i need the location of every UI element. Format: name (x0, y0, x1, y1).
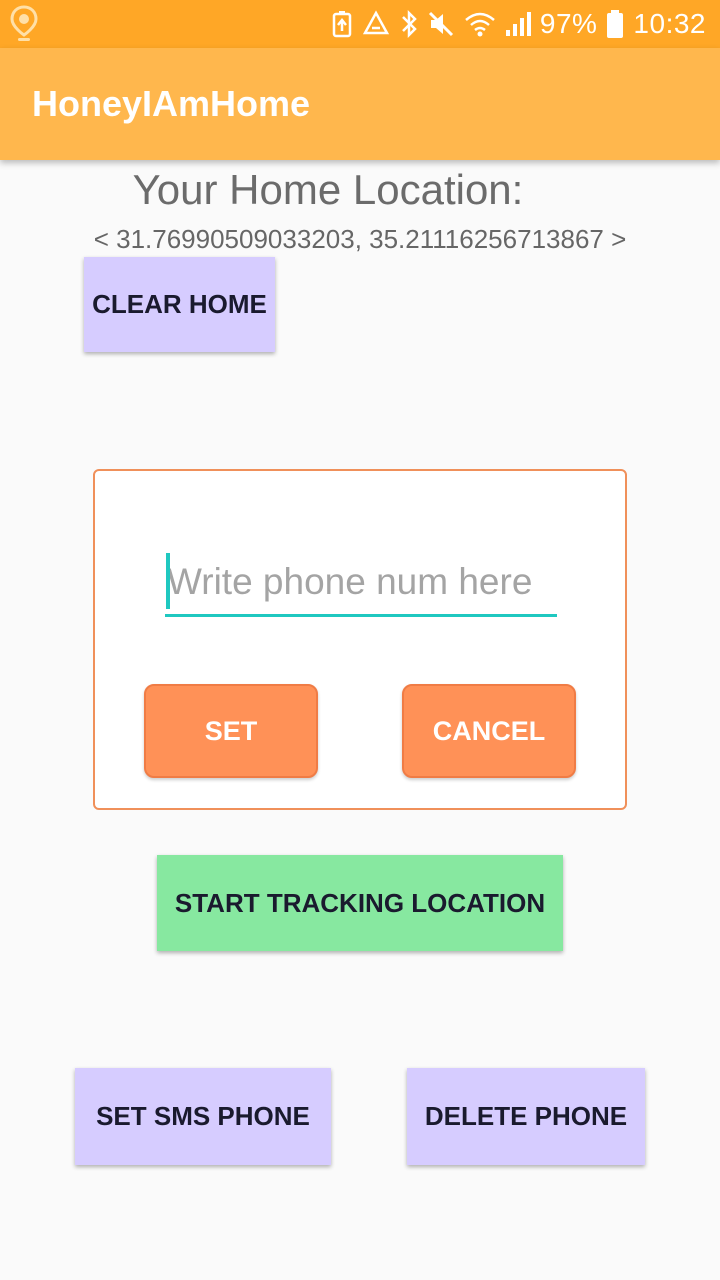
battery-saver-icon (332, 10, 352, 38)
clear-home-button[interactable]: CLEAR HOME (84, 257, 275, 352)
set-button[interactable]: SET (144, 684, 318, 778)
delete-phone-button[interactable]: DELETE PHONE (407, 1068, 645, 1165)
text-cursor (166, 553, 170, 609)
set-sms-phone-button[interactable]: SET SMS PHONE (75, 1068, 331, 1165)
status-right: 97% 10:32 (332, 8, 706, 40)
recycle-icon (361, 10, 391, 38)
phone-number-input[interactable] (165, 549, 557, 617)
phone-dialog: SET CANCEL (93, 469, 627, 810)
wifi-icon (464, 10, 496, 38)
start-tracking-button[interactable]: START TRACKING LOCATION (157, 855, 563, 951)
status-bar: 97% 10:32 (0, 0, 720, 48)
status-left (10, 5, 38, 43)
bluetooth-icon (400, 9, 418, 39)
signal-icon (505, 10, 531, 38)
home-location-coordinates: < 31.76990509033203, 35.21116256713867 > (93, 224, 627, 254)
app-bar: HoneyIAmHome (0, 48, 720, 160)
cancel-button[interactable]: CANCEL (402, 684, 576, 778)
home-location-heading: Your Home Location: (132, 166, 524, 213)
mute-icon (427, 10, 455, 38)
battery-icon (606, 9, 624, 39)
app-title: HoneyIAmHome (32, 83, 311, 124)
location-pin-icon (10, 5, 38, 43)
clock: 10:32 (633, 8, 706, 39)
battery-percent: 97% (539, 8, 598, 39)
